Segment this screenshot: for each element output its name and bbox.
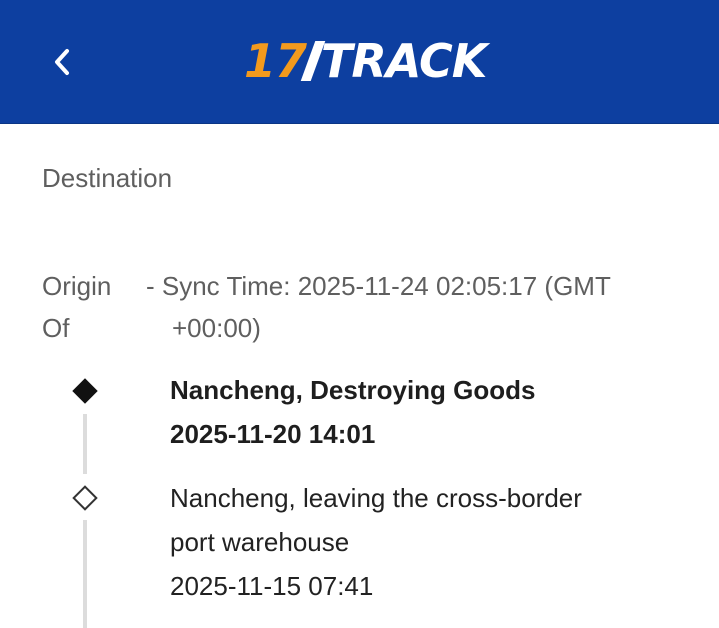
sync-time-line2: +00:00) [172,313,261,343]
tracking-event: Nancheng, leaving the cross-border port … [170,476,690,608]
event-datetime: 2025-11-20 14:01 [170,419,376,449]
hollow-diamond-icon [72,485,98,511]
origin-label-line2: Of [42,313,70,343]
event-location-status-line1: Nancheng, leaving the cross-border [170,483,582,513]
timeline-connector [83,414,87,474]
timeline-connector [83,520,87,628]
sync-time: - Sync Time: 2025-11-24 02:05:17 (GMT +0… [146,265,686,349]
origin-label: Origin Of [42,265,132,349]
event-location-status: Nancheng, Destroying Goods [170,375,536,405]
event-datetime: 2025-11-15 07:41 [170,571,374,601]
back-button[interactable] [40,40,84,84]
filled-diamond-icon [72,378,98,404]
event-location-status-line2: port warehouse [170,527,350,557]
origin-label-line1: Origin [42,271,112,301]
app-header: 17 TRACK [0,0,719,124]
tracking-event-latest: Nancheng, Destroying Goods 2025-11-20 14… [170,368,690,456]
17track-logo: 17 TRACK [244,34,487,88]
chevron-left-icon [55,49,69,75]
sync-time-line1: - Sync Time: 2025-11-24 02:05:17 (GMT [146,271,611,301]
destination-label: Destination [42,163,173,193]
logo-number: 17 [244,34,307,88]
logo-text: TRACK [321,34,487,88]
